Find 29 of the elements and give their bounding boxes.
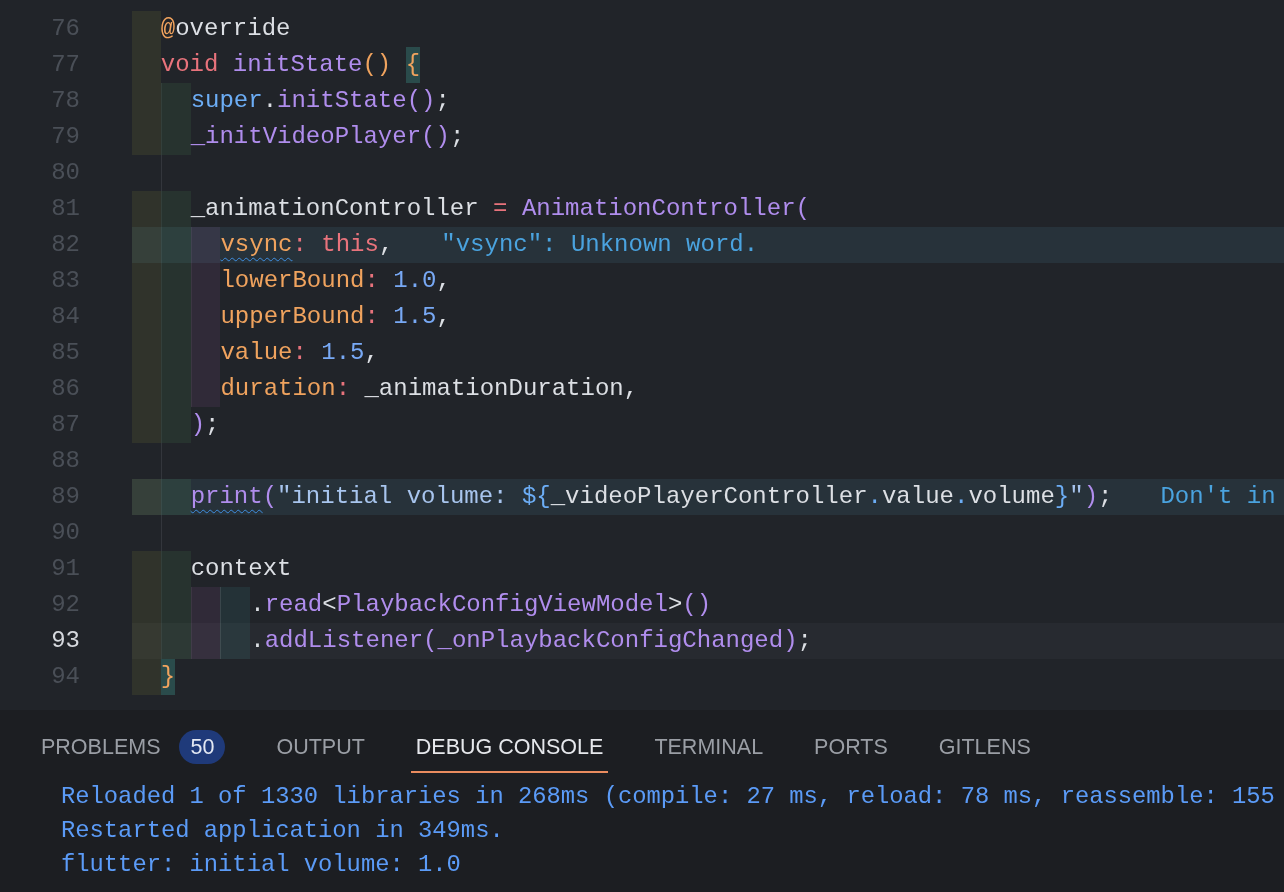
count-badge: 50	[179, 730, 226, 764]
diagnostic-message: "vsync": Unknown word.	[441, 230, 759, 260]
code-line: upperBound: 1.5,	[132, 299, 451, 335]
panel-tab[interactable]: TERMINAL	[649, 723, 769, 773]
console-output-line: flutter: initial volume: 1.0	[61, 850, 462, 880]
panel-tab[interactable]: GITLENS	[933, 723, 1036, 773]
panel-tab[interactable]: PORTS	[809, 723, 893, 773]
code-line: duration: _animationDuration,	[132, 371, 639, 407]
code-line: context	[132, 551, 292, 587]
line-number: 93	[51, 626, 80, 656]
code-line: );	[132, 407, 220, 443]
console-output-line: Reloaded 1 of 1330 libraries in 268ms (compile: 27 ms, reload: 78 ms, reassemble: 155	[61, 782, 1276, 812]
code-line: .addListener(_onPlaybackConfigChanged);	[132, 623, 812, 659]
code-line: .read<PlaybackConfigViewModel>()	[132, 587, 712, 623]
code-line: print("initial volume: ${_videoPlayerController.value.volume}");	[132, 479, 1113, 515]
code-line: @override	[132, 11, 291, 47]
panel-tab[interactable]: DEBUG CONSOLE	[410, 723, 609, 773]
code-line: _animationController = AnimationController(	[132, 191, 810, 227]
code-line: value: 1.5,	[132, 335, 379, 371]
panel-tab[interactable]: PROBLEMS 50	[36, 723, 231, 773]
code-line: vsync: this,	[132, 227, 394, 263]
code-line: lowerBound: 1.0,	[132, 263, 451, 299]
code-line: void initState() {	[132, 47, 421, 83]
code-line: _initVideoPlayer();	[132, 119, 465, 155]
panel-tab[interactable]: OUTPUT	[271, 723, 370, 773]
diagnostic-message: Don't in	[1160, 482, 1276, 512]
console-output-line: Restarted application in 349ms.	[61, 816, 505, 846]
code-line: }	[132, 659, 176, 695]
code-line: super.initState();	[132, 83, 450, 119]
